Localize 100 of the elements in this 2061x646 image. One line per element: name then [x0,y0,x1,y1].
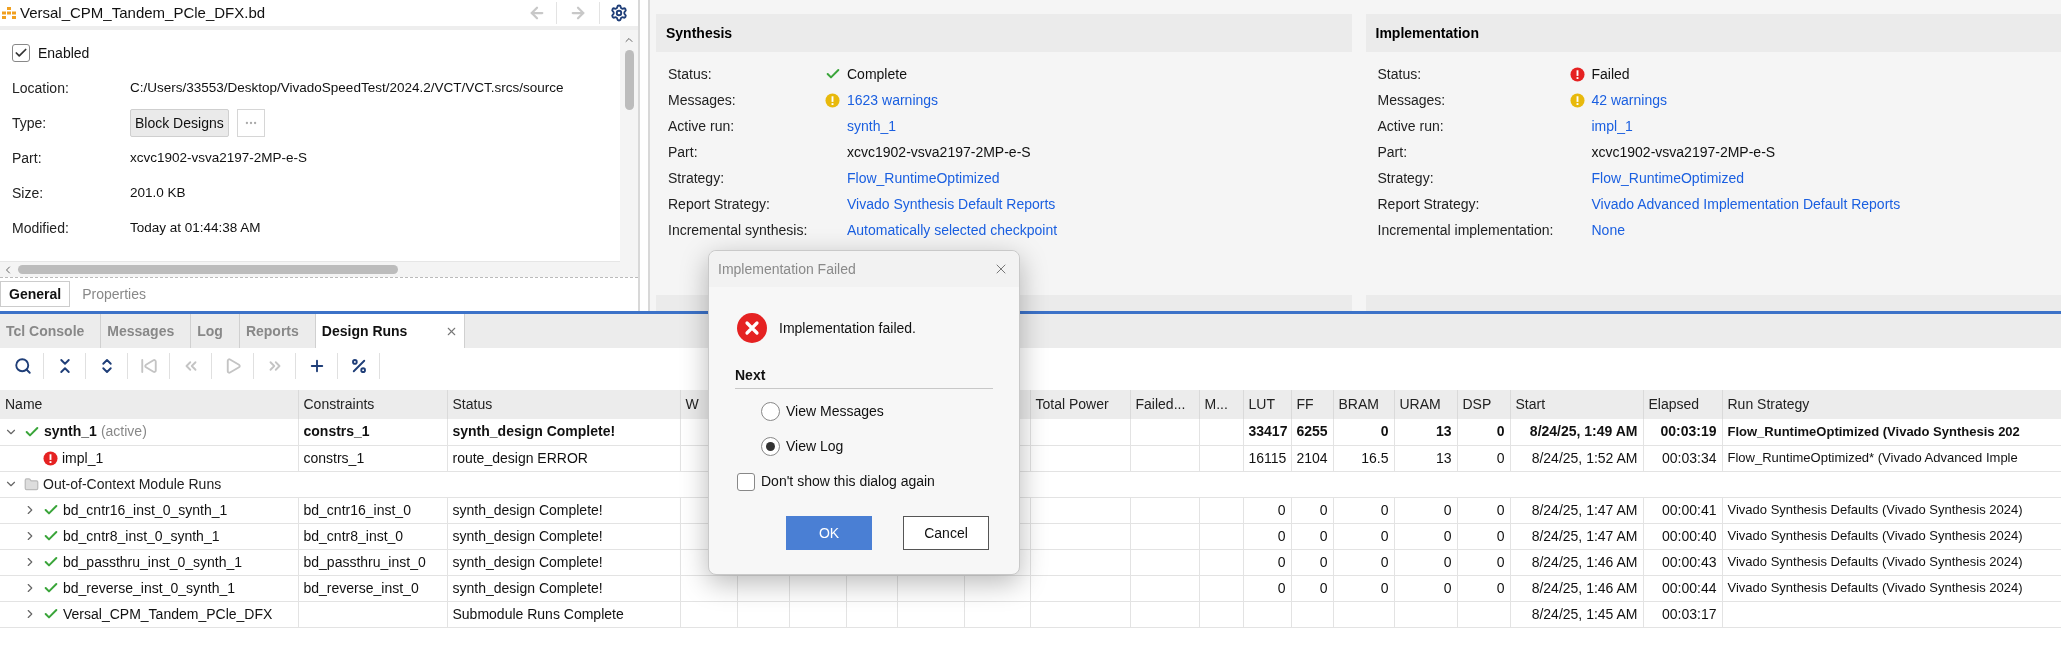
cancel-button[interactable]: Cancel [903,516,989,550]
column-header[interactable]: Run Strategy [1727,396,1810,412]
settings-icon[interactable] [610,4,628,22]
link[interactable]: Vivado Advanced Implementation Default Reports [1591,193,1901,215]
scrollbar-thumb[interactable] [624,50,634,110]
column-header[interactable]: Elapsed [1648,396,1700,412]
table-cell: 00:00:41 [1662,501,1717,518]
field-label: Strategy: [668,168,726,188]
field-label: Type: [12,113,48,133]
run-name[interactable]: Versal_CPM_Tandem_PCle_DFX [63,603,273,625]
field-value: Failed [1591,64,1630,84]
column-header[interactable]: FF [1296,396,1314,412]
table-cell: 13 [1435,449,1452,466]
checkbox[interactable] [737,472,755,491]
checkmark-icon [14,46,28,60]
table-cell: route_design ERROR [452,449,588,466]
table-cell: 2104 [1296,449,1328,466]
field-value: C:/Users/33553/Desktop/VivadoSpeedTest/2024.2/VCT/VCT.srcs/source [130,78,564,97]
radio-button[interactable] [761,437,780,456]
link[interactable]: 1623 warnings [847,89,939,111]
column-header[interactable]: Start [1515,396,1546,412]
table-cell: synth_design Complete! [452,501,603,518]
ok-button[interactable]: OK [786,516,872,550]
field-label: Incremental implementation: [1377,220,1555,240]
card-title: Implementation [1375,23,1479,43]
radio-label: View Log [786,437,844,456]
link[interactable]: Flow_RuntimeOptimized [1591,167,1744,189]
field-label: Active run: [1377,116,1445,136]
column-header[interactable]: M... [1204,396,1228,412]
table-cell: 0 [1277,579,1286,596]
checkbox-label: Enabled [38,43,90,63]
run-name[interactable]: bd_passthru_inst_0_synth_1 [63,551,243,573]
column-header[interactable]: BRAM [1338,396,1379,412]
folder-icon [24,476,39,492]
table-cell: bd_reverse_inst_0 [303,579,419,596]
bottom-tab[interactable]: Design Runs [315,314,466,348]
table-cell: bd_cntr16_inst_0 [303,501,411,518]
table-cell: 13 [1435,423,1452,440]
run-name[interactable]: bd_reverse_inst_0_synth_1 [63,577,235,599]
field-label: Report Strategy: [668,194,771,214]
field-value: xcvc1902-vsva2197-2MP-e-S [847,142,1031,162]
table-cell: 0 [1496,553,1505,570]
table-cell: Vivado Synthesis Defaults (Vivado Synthesis 2024) [1727,580,2023,596]
run-name[interactable]: synth_1 [44,421,97,443]
table-cell: 0 [1380,501,1389,518]
link[interactable]: None [1591,219,1625,241]
link[interactable]: Flow_RuntimeOptimized [847,167,1000,189]
link[interactable]: synth_1 [847,115,897,137]
column-header[interactable]: DSP [1462,396,1492,412]
error-icon [1569,66,1585,82]
table-cell: 0 [1380,527,1389,544]
scrollbar-thumb[interactable] [18,265,398,274]
panel-tab[interactable]: General [0,281,71,307]
table-cell: 00:00:44 [1662,579,1717,596]
run-name[interactable]: bd_cntr8_inst_0_synth_1 [63,525,220,547]
vertical-scrollbar[interactable] [620,30,638,277]
field-label: Part: [668,142,699,162]
run-name[interactable]: impl_1 [62,447,104,469]
field-label: Incremental synthesis: [668,220,809,240]
table-cell: bd_passthru_inst_0 [303,553,426,570]
radio-label: View Messages [786,402,884,421]
table-cell: 0 [1496,579,1505,596]
link[interactable]: 42 warnings [1591,89,1667,111]
column-header[interactable]: Constraints [303,396,375,412]
column-header[interactable]: Failed... [1135,396,1186,412]
table-cell: 0 [1319,501,1328,518]
table-cell: 0 [1443,579,1452,596]
dialog-title: Implementation Failed [718,259,856,279]
field-value: Complete [847,64,907,84]
link[interactable]: Automatically selected checkpoint [847,219,1058,241]
column-header[interactable]: Status [452,396,493,412]
field-label: Report Strategy: [1377,194,1481,214]
link[interactable]: Vivado Synthesis Default Reports [847,193,1056,215]
field-value: xcvc1902-vsva2197-2MP-e-S [130,148,308,167]
type-button[interactable]: Block Designs [130,109,229,137]
field-label: Status: [1377,64,1423,84]
run-name[interactable]: bd_cntr16_inst_0_synth_1 [63,499,228,521]
radio-button[interactable] [761,402,780,421]
field-label: Size: [12,183,45,203]
table-cell: 0 [1496,501,1505,518]
table-cell: Vivado Synthesis Defaults (Vivado Synthesis 2024) [1727,502,2023,518]
field-label: Status: [668,64,713,84]
column-header[interactable]: Total Power [1035,396,1109,412]
table-cell: 0 [1319,527,1328,544]
table-cell: 00:00:40 [1662,527,1717,544]
column-header[interactable]: W [685,396,699,412]
card-title: Synthesis [666,23,733,43]
column-header[interactable]: Name [5,396,43,412]
column-header[interactable]: LUT [1248,396,1275,412]
checkbox[interactable] [12,44,30,62]
link[interactable]: impl_1 [1591,115,1633,137]
dialog-message: Implementation failed. [779,318,916,338]
error-icon [737,313,767,343]
horizontal-scrollbar[interactable] [0,261,620,277]
table-cell: 0 [1380,423,1389,440]
panel-tab[interactable]: Properties [72,281,156,307]
group-name: Out-of-Context Module Runs [43,474,222,494]
panel-title: Versal_CPM_Tandem_PCle_DFX.bd [20,2,266,23]
column-header[interactable]: URAM [1399,396,1441,412]
table-cell: 0 [1496,449,1505,466]
